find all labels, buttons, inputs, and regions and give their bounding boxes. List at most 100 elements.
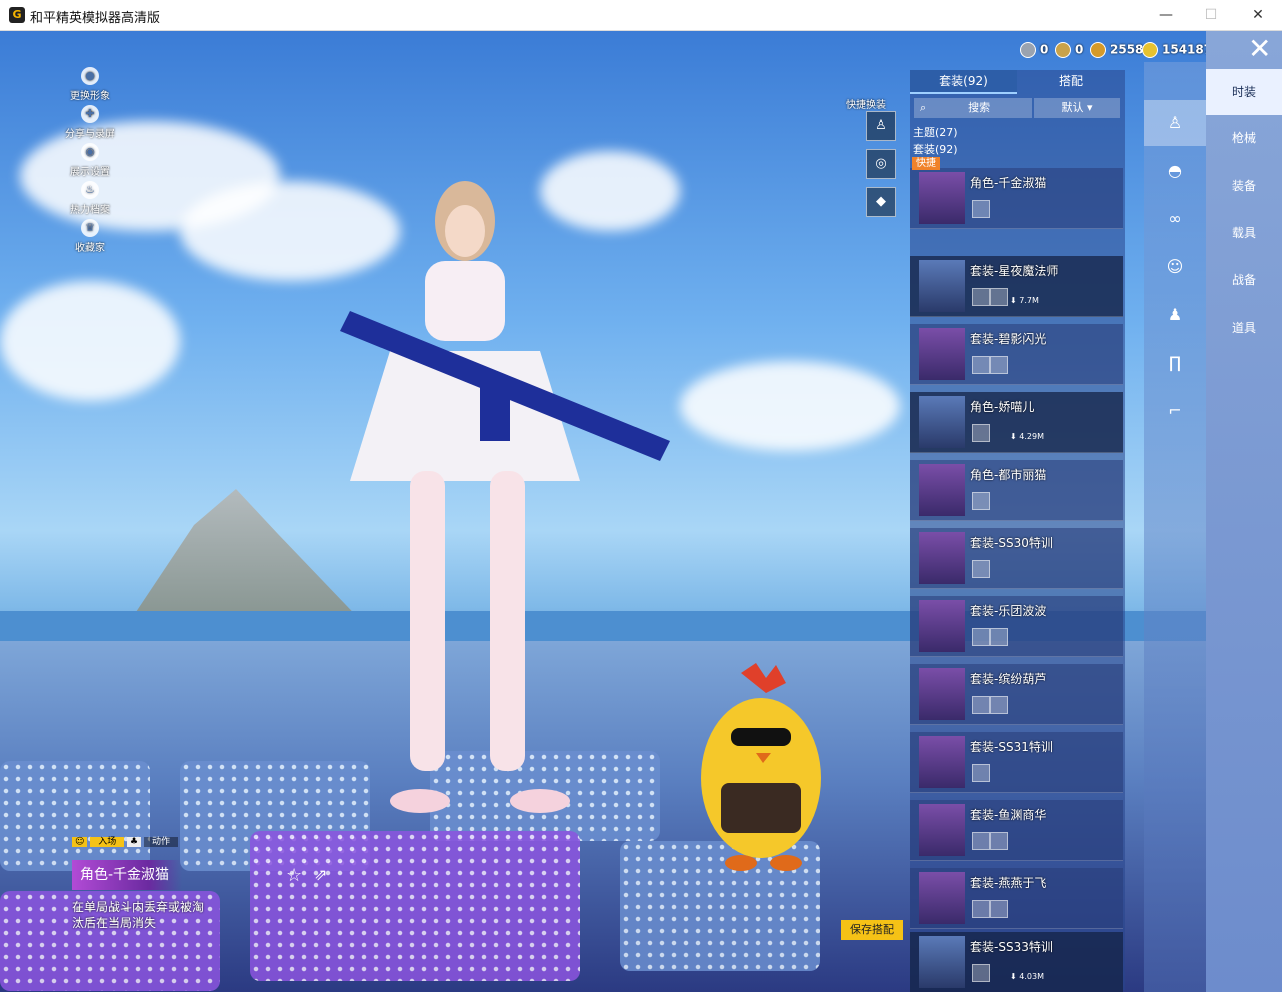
download-icon: ⬇ xyxy=(1010,432,1020,441)
smile-icon: ☺ xyxy=(72,837,88,847)
list-item[interactable]: 套装-鱼渊商华 xyxy=(910,800,1123,861)
suit-filter[interactable]: 套装(92) xyxy=(913,141,958,157)
quick-slot-diamond[interactable]: ◆ xyxy=(866,187,896,217)
list-item[interactable]: 套装-SS33特训 ⬇ 4.03M xyxy=(910,932,1123,992)
character-model[interactable] xyxy=(330,151,670,861)
item-name: 角色-千金淑猫 xyxy=(970,176,1047,190)
item-name: 套装-缤纷葫芦 xyxy=(970,672,1047,686)
game-viewport: ● 更换形象 ✚ 分享与录屏 ◉ 展示设置 ♨ 热力档案 ♛ 收藏家 0 0 2… xyxy=(0,31,1282,992)
minimize-button[interactable]: — xyxy=(1151,4,1181,26)
window-titlebar: G 和平精英模拟器高清版 — ☐ ✕ xyxy=(0,0,1282,31)
part-icon xyxy=(972,628,990,646)
list-item[interactable]: 套装-乐团波波 xyxy=(910,596,1123,657)
list-item[interactable]: 套装-SS31特训 xyxy=(910,732,1123,793)
subtab-full-body[interactable]: ♙ xyxy=(1144,100,1206,146)
subtab-face[interactable]: ☺ xyxy=(1144,244,1206,290)
search-placeholder: 搜索 xyxy=(968,101,991,114)
part-icon xyxy=(972,964,990,982)
item-thumbnail xyxy=(919,260,965,312)
tab-combat-prep[interactable]: 战备 xyxy=(1206,268,1282,292)
list-item[interactable]: 套装-SS30特训 xyxy=(910,528,1123,589)
part-icon xyxy=(972,356,990,374)
app-icon: G xyxy=(9,7,25,23)
list-item[interactable]: 角色-娇喵儿 ⬇ 4.29M xyxy=(910,392,1123,453)
item-name: 套装-SS30特训 xyxy=(970,536,1053,550)
person-icon: ● xyxy=(81,67,99,85)
list-item[interactable]: 套装-缤纷葫芦 xyxy=(910,664,1123,725)
tab-entrance[interactable]: ☺ 入场 xyxy=(72,834,125,850)
download-icon: ⬇ xyxy=(1010,972,1020,981)
outfit-list-panel: 套装(92) 搭配 ⌕ 搜索 默认 ▾ 主题(27) 套装(92) 快捷 角色-… xyxy=(910,70,1125,992)
outfit-part-tabs: ♙ ◓ ∞ ☺ ♟ ∏ ⌐ xyxy=(1144,62,1206,992)
subtab-shoes[interactable]: ⌐ xyxy=(1144,388,1206,434)
list-item[interactable]: 套装-燕燕于飞 xyxy=(910,868,1123,929)
close-window-button[interactable]: ✕ xyxy=(1243,4,1273,26)
subtab-top[interactable]: ♟ xyxy=(1144,292,1206,338)
pants-icon: ∏ xyxy=(1168,353,1182,372)
favorite-icon[interactable]: ☆ xyxy=(286,865,302,886)
share-item-icon[interactable]: ⇗ xyxy=(314,865,327,884)
tab-vehicles[interactable]: 载具 xyxy=(1206,221,1282,245)
shoes-icon: ⌐ xyxy=(1168,401,1182,420)
tab-suits[interactable]: 套装(92) xyxy=(910,70,1017,94)
part-icon xyxy=(972,832,990,850)
download-icon: ⬇ xyxy=(1010,296,1020,305)
item-thumbnail xyxy=(919,936,965,988)
quick-badge: 快捷 xyxy=(912,157,940,170)
list-item[interactable]: 套装-星夜魔法师 ⬇ 7.7M xyxy=(910,256,1123,317)
change-look-button[interactable]: ● 更换形象 xyxy=(60,67,120,102)
item-thumbnail xyxy=(919,396,965,448)
tab-action[interactable]: ♣ 动作 xyxy=(127,834,178,850)
collector-button[interactable]: ♛ 收藏家 xyxy=(60,219,120,254)
display-settings-button[interactable]: ◉ 展示设置 xyxy=(60,143,120,178)
chicken-pet[interactable] xyxy=(696,663,836,873)
tab-fashion[interactable]: 时装 xyxy=(1206,69,1282,115)
share-record-button[interactable]: ✚ 分享与录屏 xyxy=(60,105,120,140)
bronze-coin-icon xyxy=(1055,42,1071,58)
face-icon: ☺ xyxy=(1166,257,1184,276)
item-name: 套装-星夜魔法师 xyxy=(970,264,1059,278)
silver-coin-icon xyxy=(1020,42,1036,58)
tab-guns[interactable]: 枪械 xyxy=(1206,126,1282,150)
sort-label: 默认 xyxy=(1061,101,1084,114)
theme-filter[interactable]: 主题(27) xyxy=(913,124,958,140)
quick-slot-emblem[interactable]: ◎ xyxy=(866,149,896,179)
search-input[interactable]: ⌕ 搜索 xyxy=(914,98,1032,118)
close-panel-icon[interactable]: ✕ xyxy=(1248,35,1271,63)
subtab-pants[interactable]: ∏ xyxy=(1144,340,1206,386)
subtab-hat[interactable]: ◓ xyxy=(1144,148,1206,194)
emblem-icon: ◎ xyxy=(875,156,887,171)
list-item[interactable]: 角色-千金淑猫 xyxy=(910,168,1123,229)
item-name: 套装-SS33特训 xyxy=(970,940,1053,954)
part-icon xyxy=(990,832,1008,850)
list-item[interactable]: 角色-都市丽猫 xyxy=(910,460,1123,521)
top-icon: ♟ xyxy=(1167,305,1183,324)
item-name: 套装-SS31特训 xyxy=(970,740,1053,754)
tab-items[interactable]: 道具 xyxy=(1206,316,1282,340)
share-record-label: 分享与录屏 xyxy=(65,129,115,140)
part-icon xyxy=(990,628,1008,646)
quick-slot-outfit[interactable]: ♙ xyxy=(866,111,896,141)
part-icon xyxy=(972,492,990,510)
floor-tile xyxy=(0,761,150,871)
tab-combos[interactable]: 搭配 xyxy=(1017,70,1125,92)
sort-select[interactable]: 默认 ▾ xyxy=(1034,98,1120,118)
download-size: ⬇ 7.7M xyxy=(1010,296,1039,305)
item-name: 角色-都市丽猫 xyxy=(970,468,1047,482)
tab-equipment[interactable]: 装备 xyxy=(1206,174,1282,198)
list-item[interactable]: 套装-碧影闪光 xyxy=(910,324,1123,385)
maximize-button[interactable]: ☐ xyxy=(1196,4,1226,26)
subtab-glasses[interactable]: ∞ xyxy=(1144,196,1206,242)
download-size: ⬇ 4.29M xyxy=(1010,432,1044,441)
chevron-down-icon: ▾ xyxy=(1086,101,1093,114)
heat-archive-button[interactable]: ♨ 热力档案 xyxy=(60,181,120,216)
item-name: 套装-乐团波波 xyxy=(970,604,1047,618)
save-combo-button[interactable]: 保存搭配 xyxy=(841,920,903,940)
eye-icon: ◉ xyxy=(81,143,99,161)
category-tabs: 时装 枪械 装备 载具 战备 道具 xyxy=(1206,31,1282,992)
cloud xyxy=(0,281,180,401)
coupon-icon xyxy=(1142,42,1158,58)
part-icon xyxy=(972,764,990,782)
flame-icon: ♨ xyxy=(81,181,99,199)
item-note: 在单局战斗内丢弃或被淘汰后在当局消失 xyxy=(72,900,205,930)
